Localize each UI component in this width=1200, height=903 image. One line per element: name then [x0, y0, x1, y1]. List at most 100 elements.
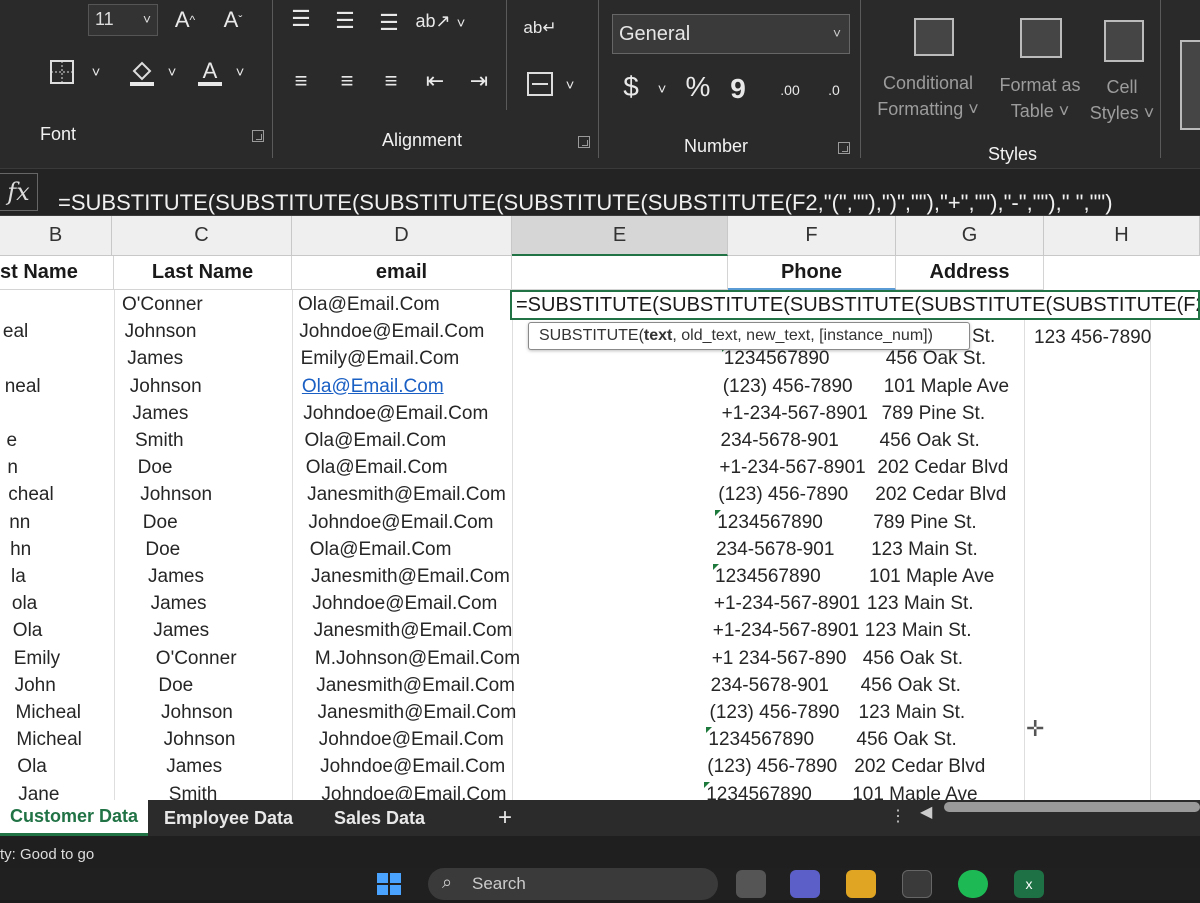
fill-color-icon[interactable]: [124, 54, 160, 90]
cell-d-row-6[interactable]: Johndoe@Email.Com: [303, 403, 488, 425]
align-middle-icon[interactable]: ☰: [330, 6, 360, 36]
cell-c-row-12[interactable]: James: [148, 566, 204, 588]
column-header-d[interactable]: D: [292, 216, 512, 256]
cell-d-row-19[interactable]: Johndoe@Email.Com: [320, 756, 505, 778]
cell-g-row-19[interactable]: 202 Cedar Blvd: [854, 756, 985, 778]
merge-dropdown-icon[interactable]: ˅: [562, 74, 578, 96]
number-as-text-indicator-icon[interactable]: [713, 564, 719, 570]
header-phone[interactable]: Phone: [728, 256, 896, 290]
currency-button[interactable]: $: [614, 70, 648, 104]
cell-b-row-20[interactable]: Jane: [18, 784, 59, 800]
cell-b-row-17[interactable]: Micheal: [16, 702, 81, 724]
align-bottom-icon[interactable]: ☰: [374, 8, 404, 38]
cell-b-row-7[interactable]: e: [7, 430, 18, 452]
cell-b-row-14[interactable]: Ola: [13, 620, 43, 642]
align-center-icon[interactable]: ≡: [332, 66, 362, 96]
cell-c-row-10[interactable]: Doe: [143, 512, 178, 534]
cell-c-row-11[interactable]: Doe: [145, 539, 180, 561]
cell-g-row-18[interactable]: 456 Oak St.: [856, 729, 956, 751]
cell-d-row-10[interactable]: Johndoe@Email.Com: [308, 512, 493, 534]
cell-g-row-8[interactable]: 202 Cedar Blvd: [877, 457, 1008, 479]
conditional-formatting-button[interactable]: Conditional Formatting ˅: [872, 70, 984, 122]
percent-button[interactable]: %: [680, 70, 716, 104]
header-address[interactable]: Address: [896, 256, 1044, 290]
cell-f-row-6[interactable]: +1-234-567-8901: [722, 403, 868, 425]
windows-start-icon[interactable]: [374, 870, 404, 898]
cell-d-row-4[interactable]: Emily@Email.Com: [301, 348, 460, 370]
cell-c-row-8[interactable]: Doe: [138, 457, 173, 479]
active-cell-editor[interactable]: =SUBSTITUTE(SUBSTITUTE(SUBSTITUTE(SUBSTI…: [510, 290, 1200, 320]
cell-f-row-10[interactable]: 1234567890: [717, 512, 823, 534]
cell-f-row-5[interactable]: (123) 456-7890: [723, 376, 853, 398]
spotify-icon[interactable]: [958, 870, 988, 898]
teams-icon[interactable]: [790, 870, 820, 898]
cell-b-row-11[interactable]: hn: [10, 539, 31, 561]
cell-f-row-16[interactable]: 234-5678-901: [711, 675, 829, 697]
cell-c-row-19[interactable]: James: [166, 756, 222, 778]
cell-g-row-17[interactable]: 123 Main St.: [859, 702, 966, 724]
insert-function-button[interactable]: fx: [0, 173, 38, 211]
cell-f-row-9[interactable]: (123) 456-7890: [718, 484, 848, 506]
file-explorer-icon[interactable]: [846, 870, 876, 898]
cell-f-row-20[interactable]: 1234567890: [706, 784, 812, 800]
cell-f-row-13[interactable]: +1-234-567-8901: [714, 593, 860, 615]
cell-d-row-16[interactable]: Janesmith@Email.Com: [316, 675, 515, 697]
cell-styles-button[interactable]: Cell Styles ˅: [1084, 74, 1160, 126]
column-header-h[interactable]: H: [1044, 216, 1200, 256]
cell-c-row-7[interactable]: Smith: [135, 430, 184, 452]
cell-f-row-15[interactable]: +1 234-567-890: [712, 648, 847, 670]
font-color-icon[interactable]: A: [192, 54, 228, 90]
increase-decimal-button[interactable]: .00: [770, 70, 810, 110]
alignment-dialog-launcher-icon[interactable]: [578, 136, 590, 148]
cell-c-row-20[interactable]: Smith: [169, 784, 218, 800]
font-size-dropdown[interactable]: 11 ˅: [88, 4, 158, 36]
microsoft-store-icon[interactable]: [902, 870, 932, 898]
orientation-icon[interactable]: ab↗: [415, 6, 450, 36]
cell-g-row-5[interactable]: 101 Maple Ave: [884, 376, 1009, 398]
cells-group-icon[interactable]: [1180, 40, 1200, 130]
cell-g-row-12[interactable]: 101 Maple Ave: [869, 566, 994, 588]
number-as-text-indicator-icon[interactable]: [715, 509, 722, 516]
cell-g-row-15[interactable]: 456 Oak St.: [863, 648, 963, 670]
cell-c-row-13[interactable]: James: [151, 593, 207, 615]
cell-c-row-15[interactable]: O'Conner: [156, 648, 237, 670]
cell-d-row-18[interactable]: Johndoe@Email.Com: [319, 729, 504, 751]
decrease-indent-icon[interactable]: ⇤: [420, 66, 450, 96]
cell-b-row-12[interactable]: la: [11, 566, 26, 588]
cell-b-row-15[interactable]: Emily: [14, 648, 60, 670]
increase-indent-icon[interactable]: ⇥: [464, 66, 494, 96]
taskbar-search[interactable]: ⌕ Search: [428, 868, 718, 900]
tab-sales-data[interactable]: Sales Data: [334, 800, 425, 836]
wrap-text-icon[interactable]: ab↵: [522, 10, 558, 46]
number-format-dropdown[interactable]: General ˅: [612, 14, 850, 54]
cell-b-row-19[interactable]: Ola: [17, 756, 47, 778]
accessibility-status[interactable]: ty: Good to go: [0, 846, 94, 863]
horizontal-scrollbar[interactable]: [944, 802, 1200, 812]
decrease-font-size-button[interactable]: Aˇ: [216, 4, 250, 36]
header-last-name[interactable]: Last Name: [114, 256, 292, 290]
column-header-g[interactable]: G: [896, 216, 1044, 256]
column-header-e[interactable]: E: [512, 216, 728, 256]
cell-b-row-16[interactable]: John: [15, 675, 56, 697]
cell-d-row-8[interactable]: Ola@Email.Com: [306, 457, 448, 479]
header-empty-e[interactable]: [512, 256, 728, 290]
task-view-icon[interactable]: [736, 870, 766, 898]
cell-c-row-16[interactable]: Doe: [158, 675, 193, 697]
cell-f-row-7[interactable]: 234-5678-901: [721, 430, 839, 452]
tab-customer-data[interactable]: Customer Data: [0, 800, 149, 836]
cell-g-row-13[interactable]: 123 Main St.: [867, 593, 974, 615]
cell-g-row-6[interactable]: 789 Pine St.: [882, 403, 986, 425]
increase-font-size-button[interactable]: A ^: [168, 4, 202, 36]
cell-c-row-14[interactable]: James: [153, 620, 209, 642]
cell-d-row-3[interactable]: Johndoe@Email.Com: [299, 321, 484, 343]
cell-d-row-17[interactable]: Janesmith@Email.Com: [318, 702, 517, 724]
cell-d-row-9[interactable]: Janesmith@Email.Com: [307, 484, 506, 506]
function-tooltip[interactable]: SUBSTITUTE(text, old_text, new_text, [in…: [528, 322, 970, 350]
column-header-f[interactable]: F: [728, 216, 896, 256]
cell-d-row-13[interactable]: Johndoe@Email.Com: [312, 593, 497, 615]
cell-g-row-4[interactable]: 456 Oak St.: [886, 348, 986, 370]
cell-g-row-7[interactable]: 456 Oak St.: [880, 430, 980, 452]
cell-b-row-13[interactable]: ola: [12, 593, 37, 615]
cell-d-row-20[interactable]: Johndoe@Email.Com: [321, 784, 506, 800]
cell-c-row-5[interactable]: Johnson: [130, 376, 202, 398]
